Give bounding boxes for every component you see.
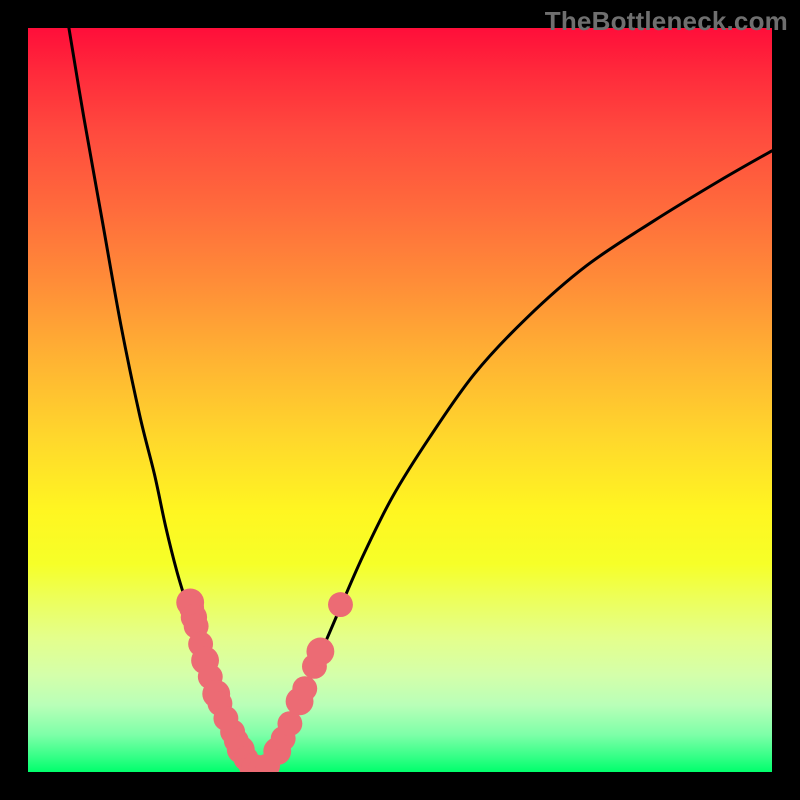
curve-right-branch xyxy=(268,151,772,769)
data-dot xyxy=(292,676,317,701)
data-dot xyxy=(328,592,353,617)
data-dot xyxy=(306,638,334,666)
chart-frame: TheBottleneck.com xyxy=(0,0,800,800)
bottleneck-curve-svg xyxy=(28,28,772,772)
curve-left-branch xyxy=(69,28,253,768)
plot-area xyxy=(28,28,772,772)
data-dots-group xyxy=(176,588,353,772)
watermark-text: TheBottleneck.com xyxy=(545,6,788,37)
